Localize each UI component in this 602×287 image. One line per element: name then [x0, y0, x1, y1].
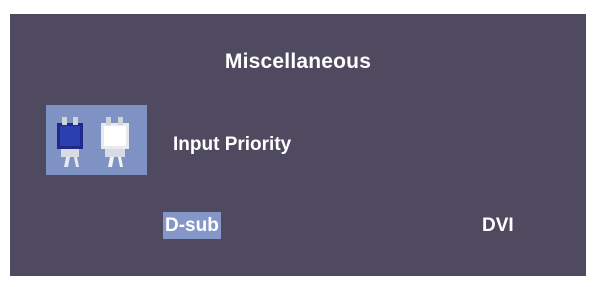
option-d-sub[interactable]: D-sub: [163, 212, 221, 239]
input-connectors-icon: [46, 105, 147, 175]
osd-menu-panel: Miscellaneous Input Priority D-sub DVI: [10, 14, 586, 276]
input-priority-label: Input Priority: [173, 134, 292, 155]
menu-title: Miscellaneous: [224, 50, 372, 73]
option-dvi[interactable]: DVI: [480, 212, 516, 239]
